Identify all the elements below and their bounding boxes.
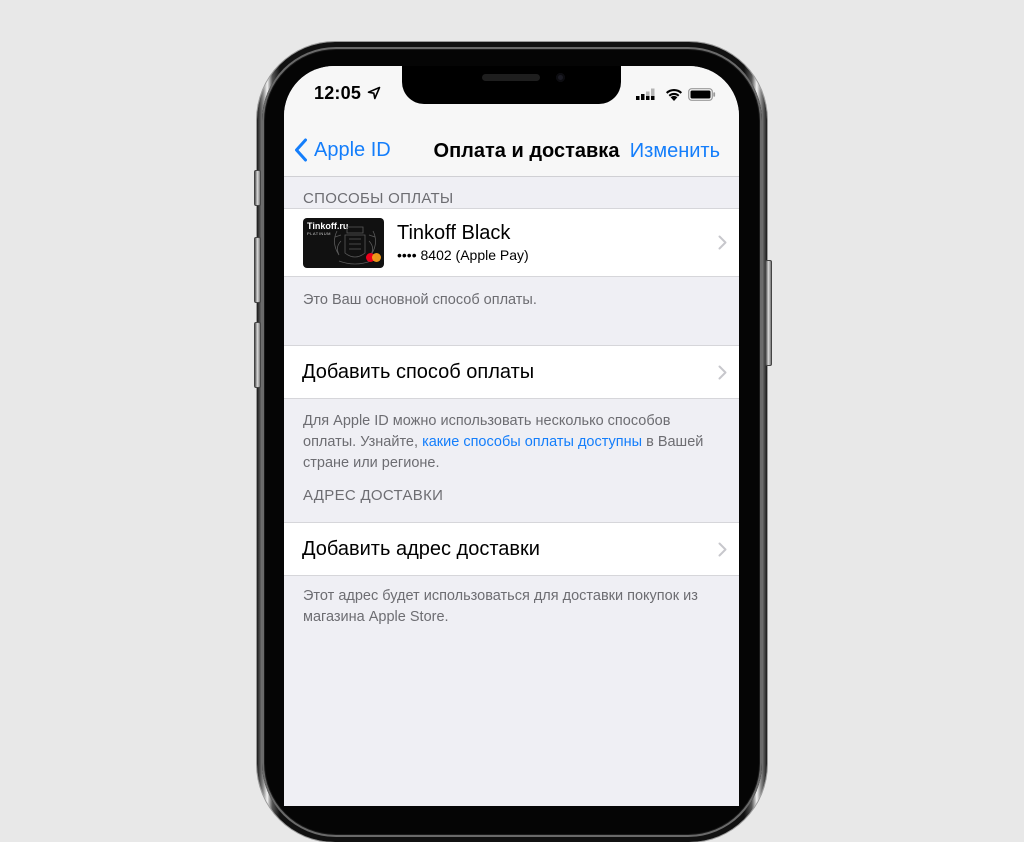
available-payment-methods-link[interactable]: какие способы оплаты доступны bbox=[422, 434, 642, 450]
status-time: 12:05 bbox=[314, 83, 362, 103]
card-name: Tinkoff Black bbox=[397, 222, 511, 244]
volume-down-button bbox=[254, 322, 261, 388]
chevron-right-icon bbox=[718, 235, 727, 250]
add-shipping-address-row[interactable]: Добавить адрес доставки bbox=[284, 523, 739, 575]
payment-methods-group: Tinkoff.ru PLATINUM Tinkoff Black •••• 8… bbox=[284, 208, 739, 277]
card-thumbnail: Tinkoff.ru PLATINUM bbox=[303, 218, 384, 268]
wifi-icon bbox=[666, 88, 682, 101]
payment-methods-header: СПОСОБЫ ОПЛАТЫ bbox=[303, 190, 454, 207]
chevron-right-icon bbox=[718, 542, 727, 557]
navigation-bar: Apple ID Оплата и доставка Изменить bbox=[284, 124, 739, 177]
front-camera bbox=[556, 73, 565, 82]
shipping-group: Добавить адрес доставки bbox=[284, 522, 739, 576]
volume-up-button bbox=[254, 237, 261, 303]
shipping-address-header: АДРЕС ДОСТАВКИ bbox=[303, 487, 444, 504]
power-button bbox=[765, 260, 772, 366]
cellular-signal-icon bbox=[636, 88, 655, 100]
shipping-note: Этот адрес будет использоваться для дост… bbox=[303, 588, 698, 625]
settings-content: СПОСОБЫ ОПЛАТЫ Tinkoff.ru PLATINUM Tinko… bbox=[284, 177, 739, 628]
card-number: •••• 8402 (Apple Pay) bbox=[397, 247, 529, 263]
payment-card-row[interactable]: Tinkoff.ru PLATINUM Tinkoff Black •••• 8… bbox=[284, 209, 739, 276]
card-tier-text: PLATINUM bbox=[307, 231, 331, 236]
earpiece-speaker bbox=[482, 74, 540, 81]
phone-screen: 12:05 Apple ID Оплата и доставка Изменит… bbox=[284, 66, 739, 806]
mastercard-logo-yellow bbox=[372, 253, 381, 262]
battery-icon bbox=[688, 88, 716, 101]
chevron-right-icon bbox=[718, 365, 727, 380]
add-shipping-address-label: Добавить адрес доставки bbox=[302, 538, 540, 560]
edit-button[interactable]: Изменить bbox=[630, 140, 720, 163]
location-arrow-icon bbox=[367, 86, 381, 100]
payment-info-note: Для Apple ID можно использовать нескольк… bbox=[284, 399, 739, 480]
notch bbox=[402, 66, 621, 104]
primary-payment-note: Это Ваш основной способ оплаты. bbox=[303, 292, 537, 308]
silent-switch bbox=[254, 170, 261, 206]
add-payment-group: Добавить способ оплаты bbox=[284, 345, 739, 399]
add-payment-method-label: Добавить способ оплаты bbox=[302, 361, 535, 383]
add-payment-method-row[interactable]: Добавить способ оплаты bbox=[284, 346, 739, 398]
